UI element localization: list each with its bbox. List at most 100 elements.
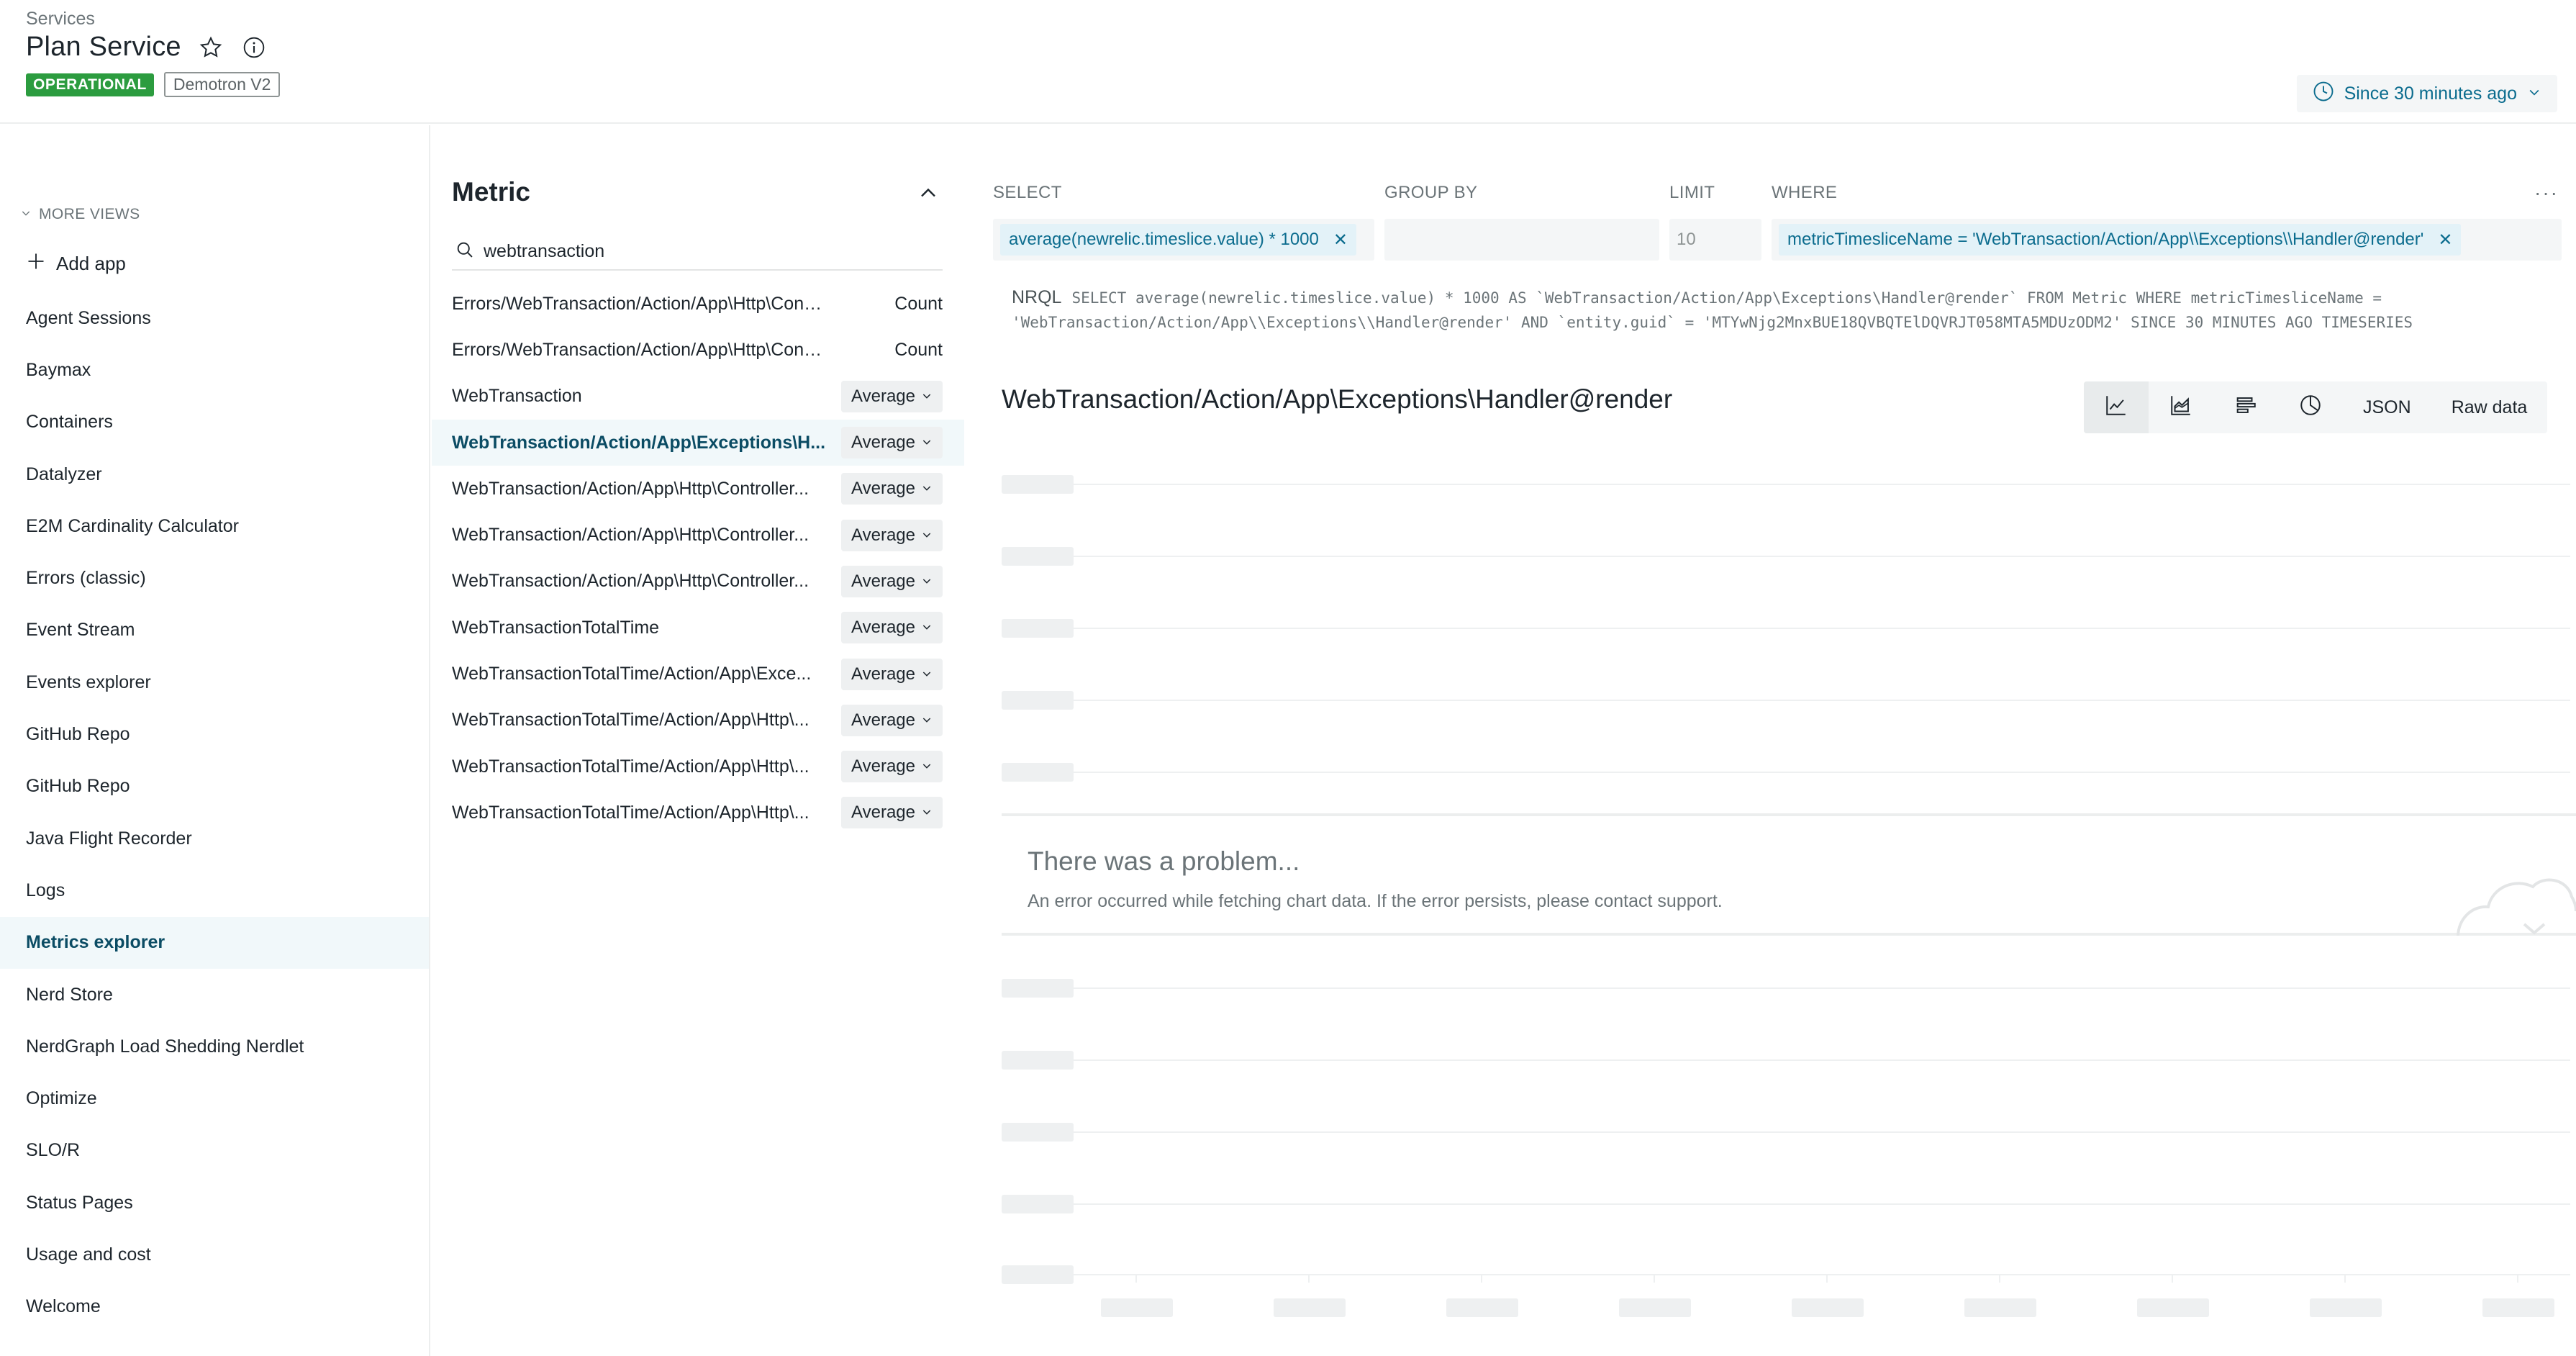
where-field[interactable]: metricTimesliceName = 'WebTransaction/Ac…: [1772, 219, 2562, 261]
add-app-label: Add app: [56, 253, 126, 274]
metric-heading: Metric: [452, 177, 530, 207]
aggregation-select-label: Average: [851, 803, 915, 823]
x-axis-placeholder: [2137, 1298, 2209, 1317]
metric-row[interactable]: WebTransaction/Action/App\Http\Controlle…: [432, 512, 964, 558]
aggregation-select[interactable]: Average: [841, 427, 943, 459]
y-axis-placeholder: [1002, 691, 1074, 710]
area-chart-icon: [2169, 393, 2193, 422]
line-chart-button[interactable]: [2084, 381, 2149, 433]
sidebar-item-containers[interactable]: Containers: [0, 397, 429, 448]
sidebar-item-events-explorer[interactable]: Events explorer: [0, 656, 429, 708]
sidebar-item-baymax[interactable]: Baymax: [0, 344, 429, 396]
raw-data-button[interactable]: Raw data: [2431, 381, 2548, 433]
metric-row[interactable]: WebTransactionTotalTime/Action/App\Http\…: [432, 743, 964, 790]
more-options-icon[interactable]: ···: [2534, 181, 2559, 204]
metric-row[interactable]: WebTransactionTotalTime/Action/App\Http\…: [432, 790, 964, 836]
metric-row[interactable]: WebTransaction/Action/App\Http\Controlle…: [432, 559, 964, 605]
sidebar: MORE VIEWS Add app Agent Sessions Baymax C…: [0, 125, 430, 1356]
y-axis-placeholder: [1002, 1051, 1074, 1070]
page-title: Plan Service: [26, 32, 181, 62]
bar-chart-icon: [2233, 393, 2258, 422]
select-field[interactable]: average(newrelic.timeslice.value) * 1000…: [993, 219, 1374, 261]
select-pill-label: average(newrelic.timeslice.value) * 1000: [1009, 230, 1319, 249]
sidebar-item-welcome[interactable]: Welcome: [0, 1281, 429, 1333]
sidebar-item-github-repo[interactable]: GitHub Repo: [0, 761, 429, 813]
sidebar-item-metrics-explorer[interactable]: Metrics explorer: [0, 916, 429, 969]
chevron-down-icon: [921, 387, 933, 407]
grid-line: [1074, 1203, 2570, 1205]
group-by-field[interactable]: [1384, 219, 1659, 261]
pie-chart-button[interactable]: [2278, 381, 2343, 433]
metric-row[interactable]: WebTransactionTotalTime/Action/App\Exce.…: [432, 651, 964, 697]
sidebar-item-usage-and-cost[interactable]: Usage and cost: [0, 1229, 429, 1280]
y-axis-placeholder: [1002, 1265, 1074, 1284]
metric-row[interactable]: WebTransaction Average: [432, 374, 964, 420]
select-pill[interactable]: average(newrelic.timeslice.value) * 1000…: [1000, 224, 1356, 256]
metric-search-input[interactable]: [484, 240, 915, 262]
aggregation-label: Count: [894, 339, 943, 360]
chevron-down-icon: [921, 479, 933, 499]
chevron-up-icon[interactable]: [915, 180, 941, 206]
sidebar-nav-list: Agent Sessions Baymax Containers Datalyzer E…: [0, 292, 429, 1333]
bar-chart-button[interactable]: [2213, 381, 2278, 433]
grid-line: [1074, 700, 2570, 701]
aggregation-select[interactable]: Average: [841, 612, 943, 644]
metric-name: WebTransaction/Action/App\Http\Controlle…: [452, 478, 809, 499]
sidebar-item-slo-r[interactable]: SLO/R: [0, 1125, 429, 1177]
sidebar-item-logs[interactable]: Logs: [0, 864, 429, 916]
metric-row[interactable]: WebTransaction/Action/App\Http\Controlle…: [432, 466, 964, 512]
sidebar-item-optimize[interactable]: Optimize: [0, 1072, 429, 1124]
json-button[interactable]: JSON: [2343, 381, 2431, 433]
aggregation-select[interactable]: Average: [841, 380, 943, 412]
aggregation-select[interactable]: Average: [841, 751, 943, 783]
sidebar-item-e2m-cardinality-calculator[interactable]: E2M Cardinality Calculator: [0, 500, 429, 552]
metric-row[interactable]: Errors/WebTransaction/Action/App\Http\Co…: [432, 281, 964, 327]
grid-line: [1074, 484, 2570, 485]
time-range-picker[interactable]: Since 30 minutes ago: [2296, 75, 2557, 112]
chevron-down-icon: [921, 756, 933, 777]
sidebar-item-agent-sessions[interactable]: Agent Sessions: [0, 292, 429, 344]
sidebar-item-nerdgraph-load-shedding-nerdlet[interactable]: NerdGraph Load Shedding Nerdlet: [0, 1021, 429, 1072]
x-axis-placeholder: [2310, 1298, 2382, 1317]
aggregation-select[interactable]: Average: [841, 704, 943, 736]
grid-line: [1074, 556, 2570, 557]
aggregation-select-label: Average: [851, 664, 915, 684]
x-axis-line: [1074, 1274, 2570, 1275]
grid-line: [1074, 628, 2570, 629]
chevron-down-icon: [921, 710, 933, 731]
sidebar-item-java-flight-recorder[interactable]: Java Flight Recorder: [0, 813, 429, 864]
sidebar-item-github-repo[interactable]: GitHub Repo: [0, 708, 429, 760]
aggregation-select[interactable]: Average: [841, 565, 943, 597]
limit-field[interactable]: 10: [1669, 219, 1761, 261]
sidebar-item-errors-classic[interactable]: Errors (classic): [0, 552, 429, 604]
line-chart-icon: [2104, 393, 2128, 422]
nrql-label: NRQL: [1012, 287, 1062, 307]
area-chart-button[interactable]: [2149, 381, 2213, 433]
aggregation-select[interactable]: Average: [841, 797, 943, 829]
metric-row[interactable]: Errors/WebTransaction/Action/App\Http\Co…: [432, 327, 964, 373]
add-app-button[interactable]: Add app: [26, 251, 126, 276]
aggregation-select[interactable]: Average: [841, 473, 943, 505]
sidebar-item-event-stream[interactable]: Event Stream: [0, 605, 429, 656]
where-pill-label: metricTimesliceName = 'WebTransaction/Ac…: [1787, 230, 2424, 249]
aggregation-select[interactable]: Average: [841, 519, 943, 551]
close-icon[interactable]: ✕: [2438, 230, 2452, 250]
x-tick: [1308, 1274, 1310, 1283]
metric-name: WebTransactionTotalTime/Action/App\Http\…: [452, 756, 809, 777]
metric-row[interactable]: WebTransactionTotalTime/Action/App\Http\…: [432, 697, 964, 743]
star-icon[interactable]: [197, 34, 225, 61]
sidebar-item-datalyzer[interactable]: Datalyzer: [0, 448, 429, 500]
metric-row[interactable]: WebTransaction/Action/App\Exceptions\H..…: [432, 419, 964, 466]
more-views-toggle[interactable]: MORE VIEWS: [20, 206, 140, 223]
close-icon[interactable]: ✕: [1333, 230, 1348, 250]
metric-row[interactable]: WebTransactionTotalTime Average: [432, 605, 964, 651]
metric-name: Errors/WebTransaction/Action/App\Http\Co…: [452, 339, 826, 360]
where-pill[interactable]: metricTimesliceName = 'WebTransaction/Ac…: [1779, 224, 2462, 256]
sidebar-item-status-pages[interactable]: Status Pages: [0, 1177, 429, 1229]
breadcrumb[interactable]: Services: [26, 9, 95, 30]
sidebar-item-nerd-store[interactable]: Nerd Store: [0, 969, 429, 1021]
aggregation-select[interactable]: Average: [841, 658, 943, 690]
info-icon[interactable]: [240, 34, 268, 61]
aggregation-select-label: Average: [851, 710, 915, 730]
aggregation-select-label: Average: [851, 386, 915, 406]
